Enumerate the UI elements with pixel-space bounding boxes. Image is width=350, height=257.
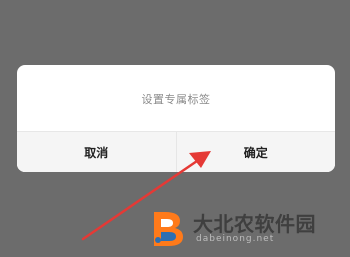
dabeinong-logo-icon — [154, 212, 183, 246]
confirm-button[interactable]: 确定 — [176, 132, 335, 172]
cancel-button[interactable]: 取消 — [17, 132, 177, 172]
set-exclusive-tag-dialog: 设置专属标签 取消 确定 — [17, 65, 335, 172]
dialog-button-bar: 取消 确定 — [17, 131, 335, 172]
watermark: 大北农软件园 dabeinong.net — [150, 206, 345, 250]
dialog-message: 设置专属标签 — [141, 92, 211, 106]
watermark-site-domain: dabeinong.net — [196, 234, 275, 244]
watermark-site-name: 大北农软件园 — [193, 212, 316, 236]
